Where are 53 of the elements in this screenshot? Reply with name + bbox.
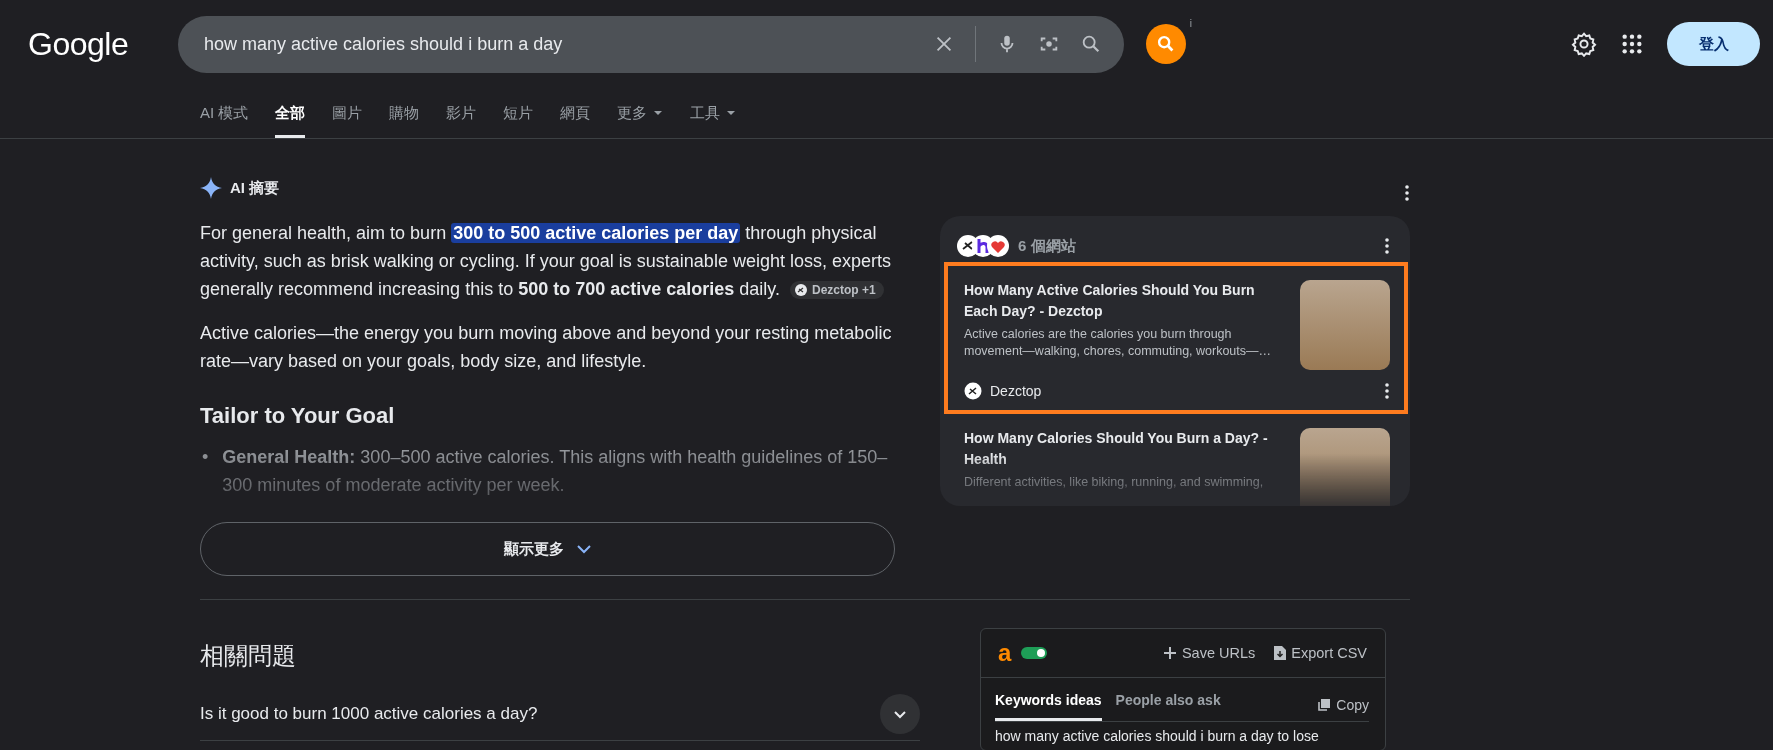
bullet-text: General Health: 300–500 active calories. This aligns with health guidelines of 150–300 minutes of moderate activity per week.: [222, 446, 889, 497]
sparkle-icon: [200, 177, 222, 199]
info-mark: i: [1189, 18, 1192, 29]
keyword-item[interactable]: how many active calories should i burn a day to lose: [981, 722, 1385, 750]
search-tab[interactable]: 購物: [389, 88, 420, 138]
summary-paragraph: Active calories—the energy you burn moving above and beyond your resting metabolic rate—vary based on your goals, body size, and lifestyle.: [200, 322, 893, 373]
sources-count[interactable]: 6 個網站: [1018, 236, 1076, 256]
search-tab[interactable]: 工具: [690, 88, 737, 138]
more-options-icon[interactable]: [1384, 383, 1390, 399]
source-title[interactable]: How Many Active Calories Should You Burn Each Day? - Dezctop: [964, 280, 1288, 322]
download-file-icon: [1273, 645, 1288, 661]
panel-tab[interactable]: People also ask: [1115, 692, 1221, 721]
section-heading: Tailor to Your Goal: [200, 403, 396, 429]
site-favicon-icon: [964, 382, 982, 400]
extension-action[interactable]: Export CSV: [1273, 645, 1367, 661]
source-result[interactable]: How Many Calories Should You Burn a Day? - Health Different activities, like biking, running, and swimming,: [956, 422, 1398, 506]
search-tab[interactable]: AI 模式: [200, 88, 249, 138]
search-tab[interactable]: 更多: [617, 88, 664, 138]
site-favicon-icon: [794, 283, 808, 297]
extension-search-button[interactable]: [1146, 24, 1186, 64]
more-options-icon[interactable]: [1404, 185, 1410, 201]
apps-grid-icon[interactable]: [1621, 33, 1643, 55]
search-input[interactable]: how many active calories should i burn a day: [202, 32, 913, 56]
source-snippet: Active calories are the calories you burn through movement—walking, chores, commuting, workouts—…: [964, 326, 1273, 360]
toggle-switch[interactable]: [1021, 647, 1048, 659]
copy-icon: [1317, 698, 1332, 712]
source-chip[interactable]: Dezctop +1: [790, 281, 884, 299]
ai-overview-title: AI 摘要: [230, 178, 280, 198]
extension-logo: a: [998, 643, 1012, 663]
panel-tab[interactable]: Keywords ideas: [995, 692, 1102, 721]
search-tab[interactable]: 圖片: [332, 88, 363, 138]
chevron-down-icon: [575, 544, 592, 554]
site-favicons-icon: [956, 234, 1010, 258]
plus-icon: [1161, 645, 1178, 661]
related-questions-heading: 相關問題: [200, 641, 297, 671]
source-result[interactable]: How Many Active Calories Should You Burn Each Day? - Dezctop Active calories are the calories you burn through movement—walking, chores, commuting, workouts—… Dezctop: [948, 266, 1404, 410]
chevron-down-icon: [893, 709, 907, 719]
sign-in-button[interactable]: 登入: [1667, 22, 1760, 66]
question-item[interactable]: Is it good to burn 1000 active calories a day?: [200, 704, 538, 724]
source-title[interactable]: How Many Calories Should You Burn a Day? - Health: [964, 428, 1288, 470]
search-icon[interactable]: [1080, 33, 1102, 55]
site-name[interactable]: Dezctop: [990, 383, 1042, 399]
google-logo[interactable]: Google: [28, 25, 178, 63]
copy-button[interactable]: Copy: [1317, 697, 1369, 721]
settings-icon[interactable]: [1571, 31, 1597, 57]
search-tab[interactable]: 網頁: [560, 88, 591, 138]
search-tab[interactable]: 影片: [446, 88, 477, 138]
more-options-icon[interactable]: [1384, 238, 1390, 254]
search-bar[interactable]: how many active calories should i burn a day: [178, 15, 1124, 73]
source-snippet: Different activities, like biking, running, and swimming,: [964, 474, 1265, 491]
extension-action[interactable]: Save URLs: [1161, 645, 1256, 661]
bullet-marker: •: [202, 446, 209, 469]
search-tab[interactable]: 短片: [503, 88, 534, 138]
